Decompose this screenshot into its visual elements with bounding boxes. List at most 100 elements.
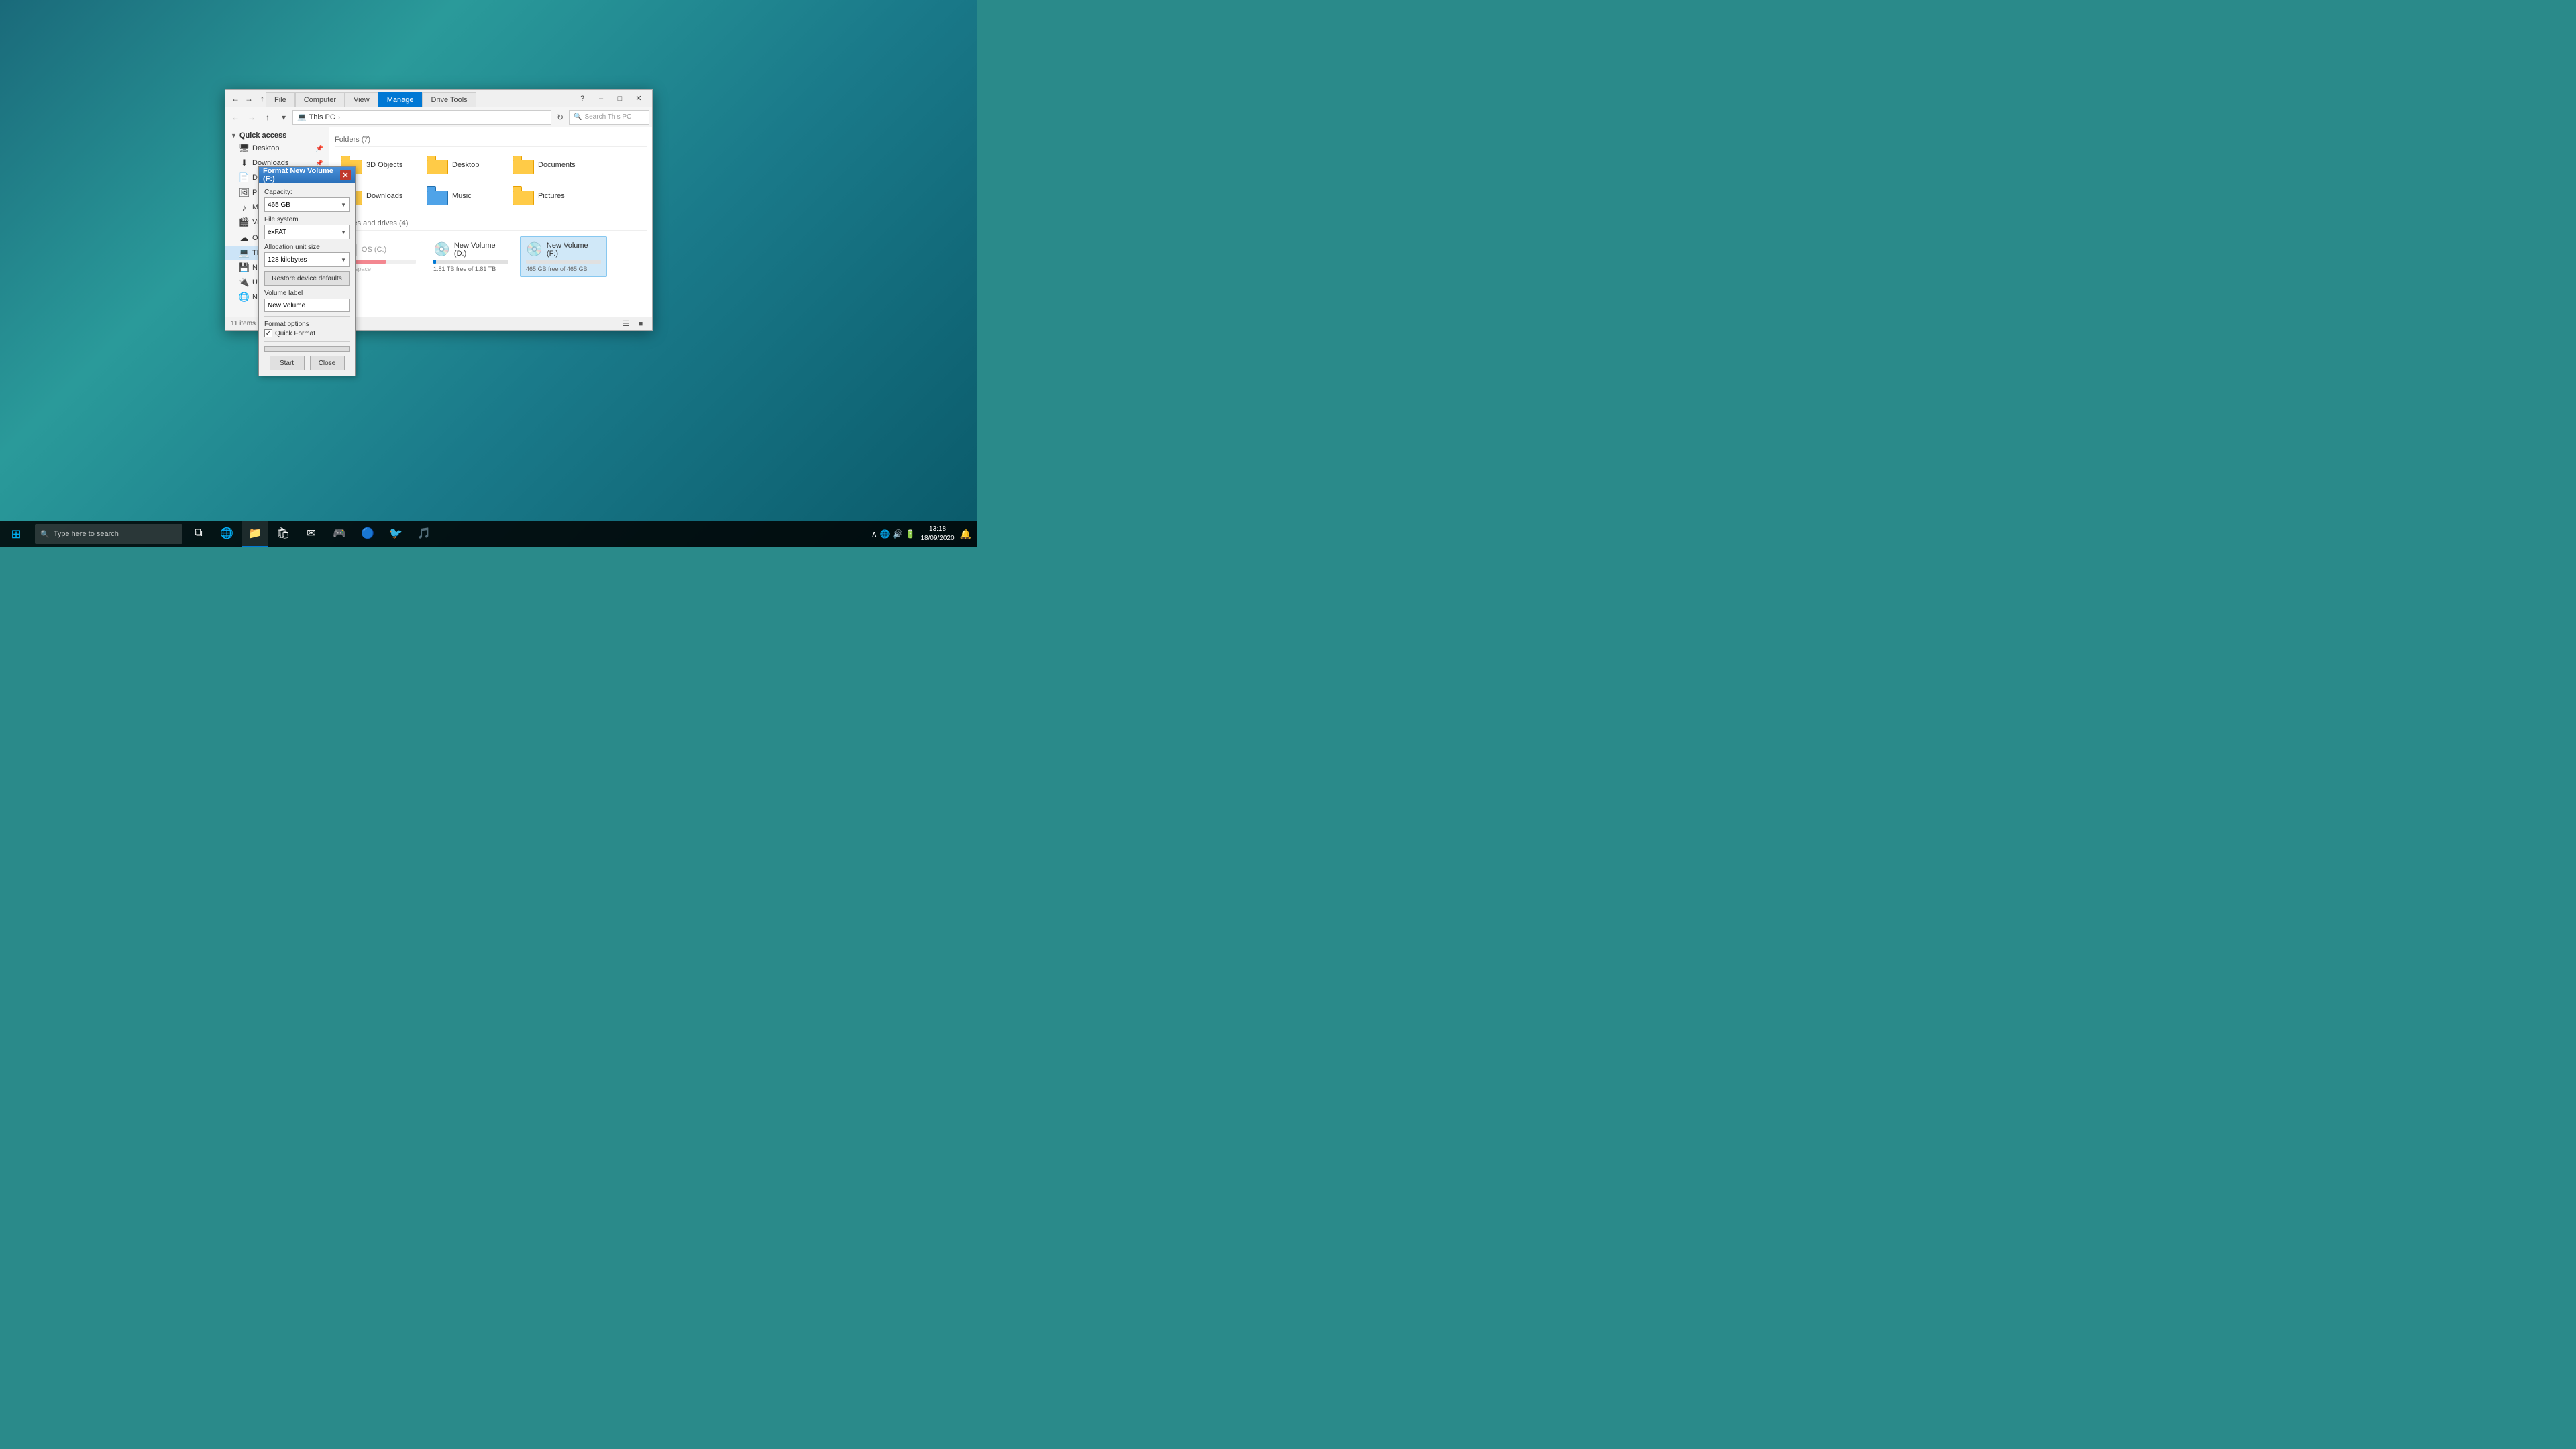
documents-icon: 📄 (239, 172, 250, 183)
search-bar[interactable]: 🔍 Search This PC (569, 110, 649, 125)
folder-icon-desktop (427, 156, 448, 174)
ribbon-tabs: File Computer View Manage Drive Tools (266, 92, 476, 107)
tab-computer[interactable]: Computer (295, 92, 345, 107)
clock-time: 13:18 (921, 525, 955, 534)
browser2-button[interactable]: 🔵 (354, 521, 381, 547)
tab-file[interactable]: File (266, 92, 295, 107)
dialog-titlebar: Format New Volume (F:) ✕ (259, 167, 355, 183)
explorer-taskbar-button[interactable]: 📁 (241, 521, 268, 547)
pictures-icon: 🖼 (239, 187, 250, 198)
desktop: ← → ↑ ▾ File Computer View Manage Drive … (0, 0, 977, 547)
address-bar-icon: 💻 (297, 113, 307, 121)
address-bar[interactable]: 💻 This PC › (292, 110, 551, 125)
downloads-icon: ⬇ (239, 158, 250, 168)
maximize-button[interactable]: □ (610, 90, 629, 107)
restore-defaults-button[interactable]: Restore device defaults (264, 271, 350, 286)
drive-d-icon: 💿 (433, 241, 450, 258)
window-controls: ? – □ ✕ (573, 90, 648, 107)
filesystem-select[interactable]: exFAT ▼ (264, 225, 350, 239)
folder-documents[interactable]: Documents (506, 152, 587, 178)
folder-desktop[interactable]: Desktop (421, 152, 501, 178)
dialog-divider-2 (264, 341, 350, 342)
alloc-arrow-icon: ▼ (341, 257, 346, 263)
xbox-button[interactable]: 🎮 (326, 521, 353, 547)
store-button[interactable]: 🛍 (270, 521, 297, 547)
refresh-button[interactable]: ↻ (553, 110, 568, 125)
notification-icon[interactable]: 🔔 (960, 529, 971, 540)
back-button[interactable]: ← (229, 93, 241, 105)
desktop-icon: 🖥 (239, 143, 250, 154)
folder-downloads-label: Downloads (366, 192, 402, 200)
drive-f[interactable]: 💿 New Volume (F:) 465 GB free of 465 GB (520, 236, 607, 277)
recent-nav-button[interactable]: ▾ (276, 110, 291, 125)
nav-bar: ← → ↑ ▾ 💻 This PC › ↻ 🔍 Search This PC (225, 107, 652, 127)
volume-label-field: Volume label (264, 290, 350, 312)
expand-arrow-icon: ▼ (231, 132, 237, 139)
capacity-select[interactable]: 465 GB ▼ (264, 197, 350, 212)
dialog-divider (264, 316, 350, 317)
close-button[interactable]: ✕ (629, 90, 648, 107)
start-button[interactable]: Start (270, 356, 305, 370)
browser2-icon: 🔵 (361, 527, 374, 540)
dialog-buttons: Start Close (264, 356, 350, 370)
app2-button[interactable]: 🎵 (411, 521, 437, 547)
folder-music-label: Music (452, 192, 472, 200)
tray-up-icon[interactable]: ∧ (871, 529, 877, 539)
alloc-select[interactable]: 128 kilobytes ▼ (264, 252, 350, 267)
forward-nav-button[interactable]: → (244, 110, 259, 125)
status-text: 11 items (231, 320, 256, 327)
tab-drive-tools[interactable]: Drive Tools (422, 92, 476, 107)
mail-button[interactable]: ✉ (298, 521, 325, 547)
folder-pictures-label: Pictures (538, 192, 565, 200)
filesystem-arrow-icon: ▼ (341, 229, 346, 235)
volume-tray-icon[interactable]: 🔊 (893, 529, 903, 539)
taskbar-icons: ⧉ 🌐 📁 🛍 ✉ 🎮 🔵 🐦 🎵 (185, 521, 437, 547)
network-tray-icon[interactable]: 🌐 (880, 529, 890, 539)
folder-music[interactable]: Music (421, 183, 501, 209)
taskbar-search-bar[interactable]: 🔍 Type here to search (35, 524, 182, 544)
task-view-button[interactable]: ⧉ (185, 521, 212, 547)
help-button[interactable]: ? (573, 90, 592, 107)
dialog-body: Capacity: 465 GB ▼ File system exFAT ▼ A… (259, 183, 355, 376)
videos-icon: 🎬 (239, 217, 250, 227)
back-nav-button[interactable]: ← (228, 110, 243, 125)
dialog-title: Format New Volume (F:) (263, 167, 340, 183)
capacity-arrow-icon: ▼ (341, 202, 346, 208)
explorer-taskbar-icon: 📁 (248, 527, 262, 540)
edge-button[interactable]: 🌐 (213, 521, 240, 547)
up-nav-button[interactable]: ↑ (260, 110, 275, 125)
capacity-value: 465 GB (268, 201, 290, 209)
drive-d-bar-bg (433, 260, 508, 264)
drive-d[interactable]: 💿 New Volume (D:) 1.81 TB free of 1.81 T… (427, 236, 515, 277)
content-area: Folders (7) 3D Objects (329, 127, 652, 317)
view-tiles-button[interactable]: ■ (635, 318, 647, 330)
drive-f-bar-bg (526, 260, 601, 264)
xbox-icon: 🎮 (333, 527, 346, 540)
sidebar-item-desktop[interactable]: 🖥 Desktop 📌 (225, 141, 329, 156)
system-clock[interactable]: 13:18 18/09/2020 (921, 525, 955, 543)
forward-button[interactable]: → (243, 93, 255, 105)
start-button[interactable]: ⊞ (0, 521, 32, 547)
app1-button[interactable]: 🐦 (382, 521, 409, 547)
folder-documents-label: Documents (538, 161, 576, 169)
tab-view[interactable]: View (345, 92, 378, 107)
volume-label-input[interactable] (264, 299, 350, 312)
quick-format-checkbox[interactable]: ✓ (264, 329, 272, 337)
battery-tray-icon[interactable]: 🔋 (906, 529, 916, 539)
usb-icon: 🔌 (239, 277, 250, 288)
drive-f-info: 465 GB free of 465 GB (526, 266, 601, 272)
view-details-button[interactable]: ☰ (620, 318, 632, 330)
music-icon: ♪ (239, 202, 250, 213)
dialog-close-button[interactable]: ✕ (340, 170, 351, 180)
quick-format-row: ✓ Quick Format (264, 329, 350, 337)
sidebar-quickaccess-header[interactable]: ▼ Quick access (225, 130, 329, 141)
taskbar-search-placeholder: Type here to search (54, 530, 119, 538)
close-dialog-button[interactable]: Close (310, 356, 345, 370)
drives-grid: 💾 OS (C:) Free space 💿 New Volume (D:) (335, 236, 647, 277)
folder-pictures[interactable]: Pictures (506, 183, 587, 209)
minimize-button[interactable]: – (592, 90, 610, 107)
tab-manage[interactable]: Manage (378, 92, 423, 107)
folder-3dobjects-label: 3D Objects (366, 161, 402, 169)
drive-f-name: New Volume (F:) (547, 241, 601, 258)
pin-icon-dl: 📌 (316, 160, 323, 167)
